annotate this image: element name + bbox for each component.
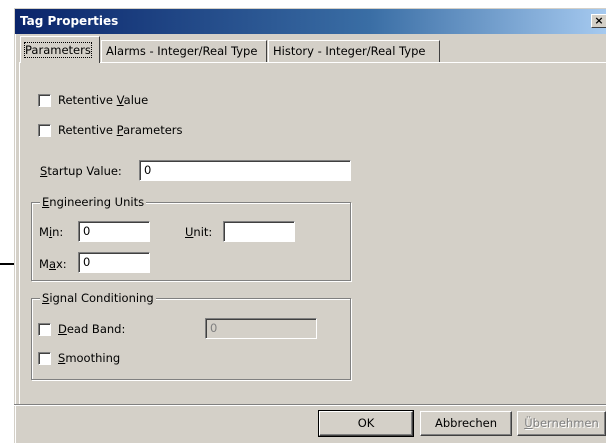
retentive-value-label: Retentive Value <box>58 93 149 107</box>
startup-value-label: Startup Value: <box>40 164 122 178</box>
min-label: Min: <box>39 225 64 239</box>
startup-value-input[interactable]: 0 <box>139 160 351 181</box>
ok-button[interactable]: OK <box>318 410 414 437</box>
dead-band-checkbox[interactable]: Dead Band: <box>38 322 125 336</box>
engineering-units-title: Engineering Units <box>40 195 147 209</box>
unit-input[interactable] <box>223 221 295 242</box>
signal-conditioning-title: Signal Conditioning <box>40 291 156 305</box>
checkbox-box[interactable] <box>38 322 51 336</box>
unit-label: Unit: <box>185 225 213 239</box>
smoothing-checkbox[interactable]: Smoothing <box>38 351 120 365</box>
smoothing-label: Smoothing <box>58 351 121 365</box>
dead-band-input: 0 <box>205 318 317 339</box>
retentive-value-checkbox[interactable]: Retentive Value <box>38 93 148 107</box>
max-input[interactable]: 0 <box>78 252 150 273</box>
checkbox-box[interactable] <box>38 93 51 107</box>
checkbox-box[interactable] <box>38 123 51 137</box>
apply-button: Übernehmen <box>517 411 606 436</box>
retentive-parameters-label: Retentive Parameters <box>58 123 183 137</box>
signal-conditioning-group: Signal Conditioning <box>31 291 351 380</box>
button-separator <box>14 404 606 406</box>
retentive-parameters-checkbox[interactable]: Retentive Parameters <box>38 123 183 137</box>
max-label: Max: <box>39 257 67 271</box>
checkbox-box[interactable] <box>38 351 51 365</box>
min-input[interactable]: 0 <box>78 221 150 242</box>
dead-band-label: Dead Band: <box>58 322 126 336</box>
cancel-button[interactable]: Abbrechen <box>420 411 512 436</box>
